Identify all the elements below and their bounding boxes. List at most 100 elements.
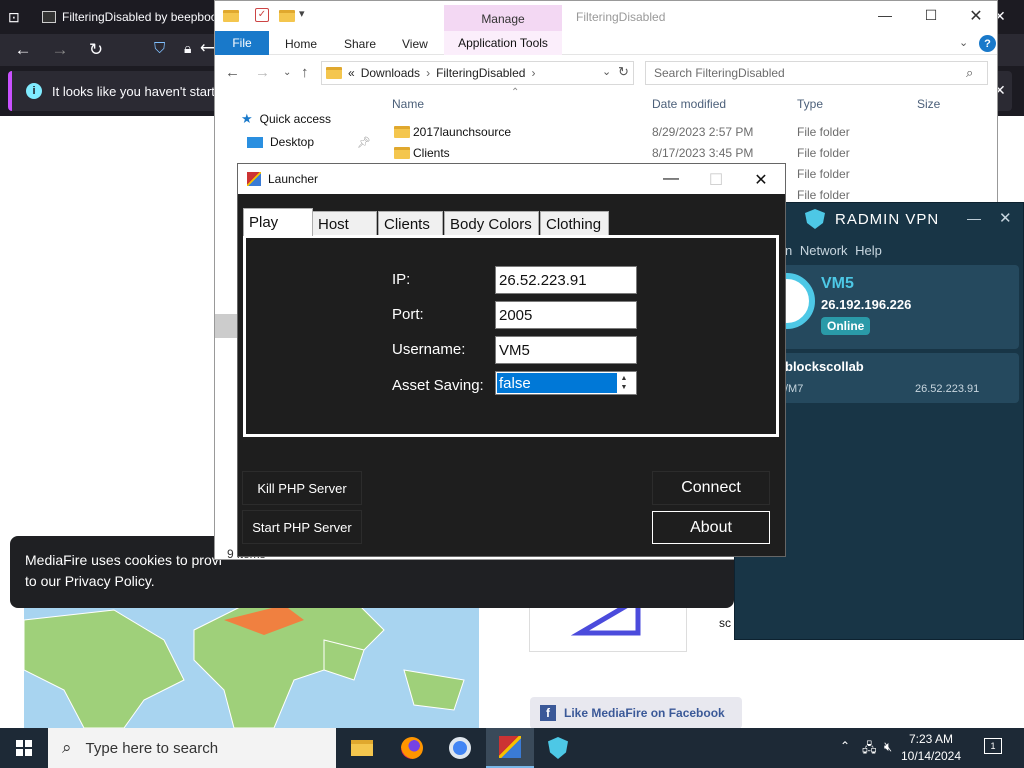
shield-icon[interactable]: ⛉ [154, 40, 165, 57]
username-field[interactable]: VM5 [495, 336, 637, 364]
search-placeholder: Search FilteringDisabled [654, 66, 785, 80]
launcher-app-icon [247, 172, 261, 186]
lock-icon[interactable]: 🔒︎ [184, 40, 191, 57]
nav-quick-access-label: Quick access [259, 112, 332, 126]
tab-host[interactable]: Host [312, 211, 377, 236]
expand-ribbon-icon[interactable]: ⌄ [959, 36, 968, 49]
star-icon: ★ [241, 111, 253, 126]
tab-list-icon[interactable]: ⊡ [8, 9, 20, 26]
forward-arrow-icon[interactable]: → [255, 64, 270, 81]
column-size[interactable]: Size [917, 97, 940, 111]
windows-logo-icon [16, 740, 32, 756]
up-arrow-icon[interactable]: ↑ [301, 64, 309, 81]
maximize-button[interactable]: ☐ [693, 170, 739, 190]
pin-icon[interactable]: 📌︎ [357, 136, 371, 149]
close-button[interactable]: ✕ [953, 6, 997, 26]
forward-button[interactable]: → [46, 36, 74, 64]
minimize-button[interactable]: — [648, 170, 694, 188]
network-icon[interactable]: 🖧︎ [862, 739, 877, 761]
tab-file[interactable]: File [215, 31, 269, 55]
chevron-up-icon[interactable]: ⌃ [840, 739, 850, 753]
column-type[interactable]: Type [797, 97, 823, 111]
column-name[interactable]: Name [392, 97, 424, 111]
breadcrumb-overflow[interactable]: « [348, 66, 355, 80]
window-title: FilteringDisabled [576, 10, 666, 24]
tab-application-tools[interactable]: Application Tools [444, 31, 562, 55]
maximize-button[interactable]: ☐ [908, 7, 954, 24]
peer-name[interactable]: /M7 [785, 383, 803, 395]
breadcrumb-downloads[interactable]: Downloads [361, 66, 420, 80]
facebook-button-label: Like MediaFire on Facebook [564, 706, 725, 720]
launcher-taskbar-icon[interactable] [486, 728, 534, 768]
help-icon[interactable]: ? [979, 35, 996, 52]
network-name[interactable]: blockscollab [785, 359, 864, 374]
asset-saving-value[interactable]: false [497, 373, 617, 393]
facebook-like-button[interactable]: f Like MediaFire on Facebook [530, 697, 742, 729]
asset-saving-stepper[interactable]: false ▲ ▼ [495, 371, 637, 395]
notification-center-icon[interactable]: 1 [984, 738, 1002, 754]
asset-saving-label: Asset Saving: [392, 377, 484, 394]
properties-icon[interactable]: ✓ [255, 8, 269, 22]
tab-share[interactable]: Share [344, 37, 376, 51]
ip-field[interactable]: 26.52.223.91 [495, 266, 637, 294]
tab-manage[interactable]: Manage [444, 5, 562, 33]
about-button[interactable]: About [652, 511, 770, 544]
tab-home[interactable]: Home [285, 37, 317, 51]
quick-access-dropdown-icon[interactable]: ▾ [299, 7, 305, 20]
nav-quick-access[interactable]: ★ Quick access [241, 111, 331, 127]
explorer-title-bar: ✓ ▾ Manage FilteringDisabled — ☐ ✕ [215, 1, 997, 33]
map-graphic [24, 600, 465, 728]
breadcrumb-separator: › [531, 66, 536, 80]
connect-button[interactable]: Connect [652, 471, 770, 505]
chrome-taskbar-icon[interactable] [436, 728, 484, 768]
taskbar-search-box[interactable]: ⌕ Type here to search [48, 728, 336, 768]
launcher-icon [499, 736, 521, 758]
close-button[interactable]: ✕ [738, 170, 784, 190]
world-map [24, 600, 479, 728]
username-label: Username: [392, 341, 466, 358]
recent-dropdown-icon[interactable]: ⌄ [283, 67, 291, 78]
back-button[interactable]: ← [9, 36, 37, 64]
tab-play[interactable]: Play [243, 208, 313, 236]
port-field[interactable]: 2005 [495, 301, 637, 329]
kill-php-server-button[interactable]: Kill PHP Server [242, 471, 362, 505]
browser-tab[interactable]: FilteringDisabled by beepboo [34, 4, 224, 30]
file-name: Clients [413, 146, 450, 160]
refresh-icon[interactable]: ↻ [618, 64, 629, 80]
firefox-taskbar-icon[interactable] [388, 728, 436, 768]
spinner-arrows-icon[interactable]: ▲ ▼ [617, 372, 631, 394]
new-folder-icon[interactable] [279, 10, 295, 22]
tab-view[interactable]: View [402, 37, 428, 51]
tab-title: FilteringDisabled by beepboo [62, 10, 218, 24]
file-name: 2017launchsource [413, 125, 512, 139]
port-label: Port: [392, 306, 424, 323]
clock-time: 7:23 AM [908, 732, 954, 746]
clock[interactable]: 7:23 AM 10/14/2024 [900, 731, 962, 765]
close-button[interactable]: ✕ [999, 209, 1012, 227]
radmin-taskbar-icon[interactable] [534, 728, 582, 768]
column-date-modified[interactable]: Date modified [652, 97, 726, 111]
tab-body-colors[interactable]: Body Colors [444, 211, 539, 236]
tab-clothing[interactable]: Clothing [540, 211, 609, 236]
breadcrumb-current[interactable]: FilteringDisabled [436, 66, 525, 80]
reload-button[interactable]: ↻ [82, 36, 110, 64]
cookie-text-line2: to our Privacy Policy. [25, 573, 155, 589]
minimize-button[interactable]: — [967, 210, 981, 226]
notification-text: It looks like you haven't started l [52, 83, 236, 99]
folder-icon [223, 10, 239, 22]
back-arrow-icon[interactable]: ← [225, 64, 240, 81]
address-bar[interactable]: « Downloads › FilteringDisabled › ⌄ ↻ [321, 61, 634, 85]
minimize-button[interactable]: — [862, 7, 908, 23]
address-dropdown-icon[interactable]: ⌄ [602, 65, 611, 78]
search-icon: ⌕ [966, 65, 974, 80]
nav-desktop[interactable]: Desktop 📌︎ [247, 135, 371, 149]
firefox-icon [401, 737, 423, 759]
start-button[interactable] [0, 728, 48, 768]
chromium-icon [449, 737, 471, 759]
search-box[interactable]: Search FilteringDisabled ⌕ [645, 61, 988, 85]
file-explorer-taskbar-icon[interactable] [338, 728, 386, 768]
start-php-server-button[interactable]: Start PHP Server [242, 510, 362, 544]
speaker-muted-icon[interactable]: 🔇︎ [884, 739, 892, 755]
radmin-menu[interactable]: n Network Help [785, 243, 882, 258]
tab-clients[interactable]: Clients [378, 211, 443, 236]
